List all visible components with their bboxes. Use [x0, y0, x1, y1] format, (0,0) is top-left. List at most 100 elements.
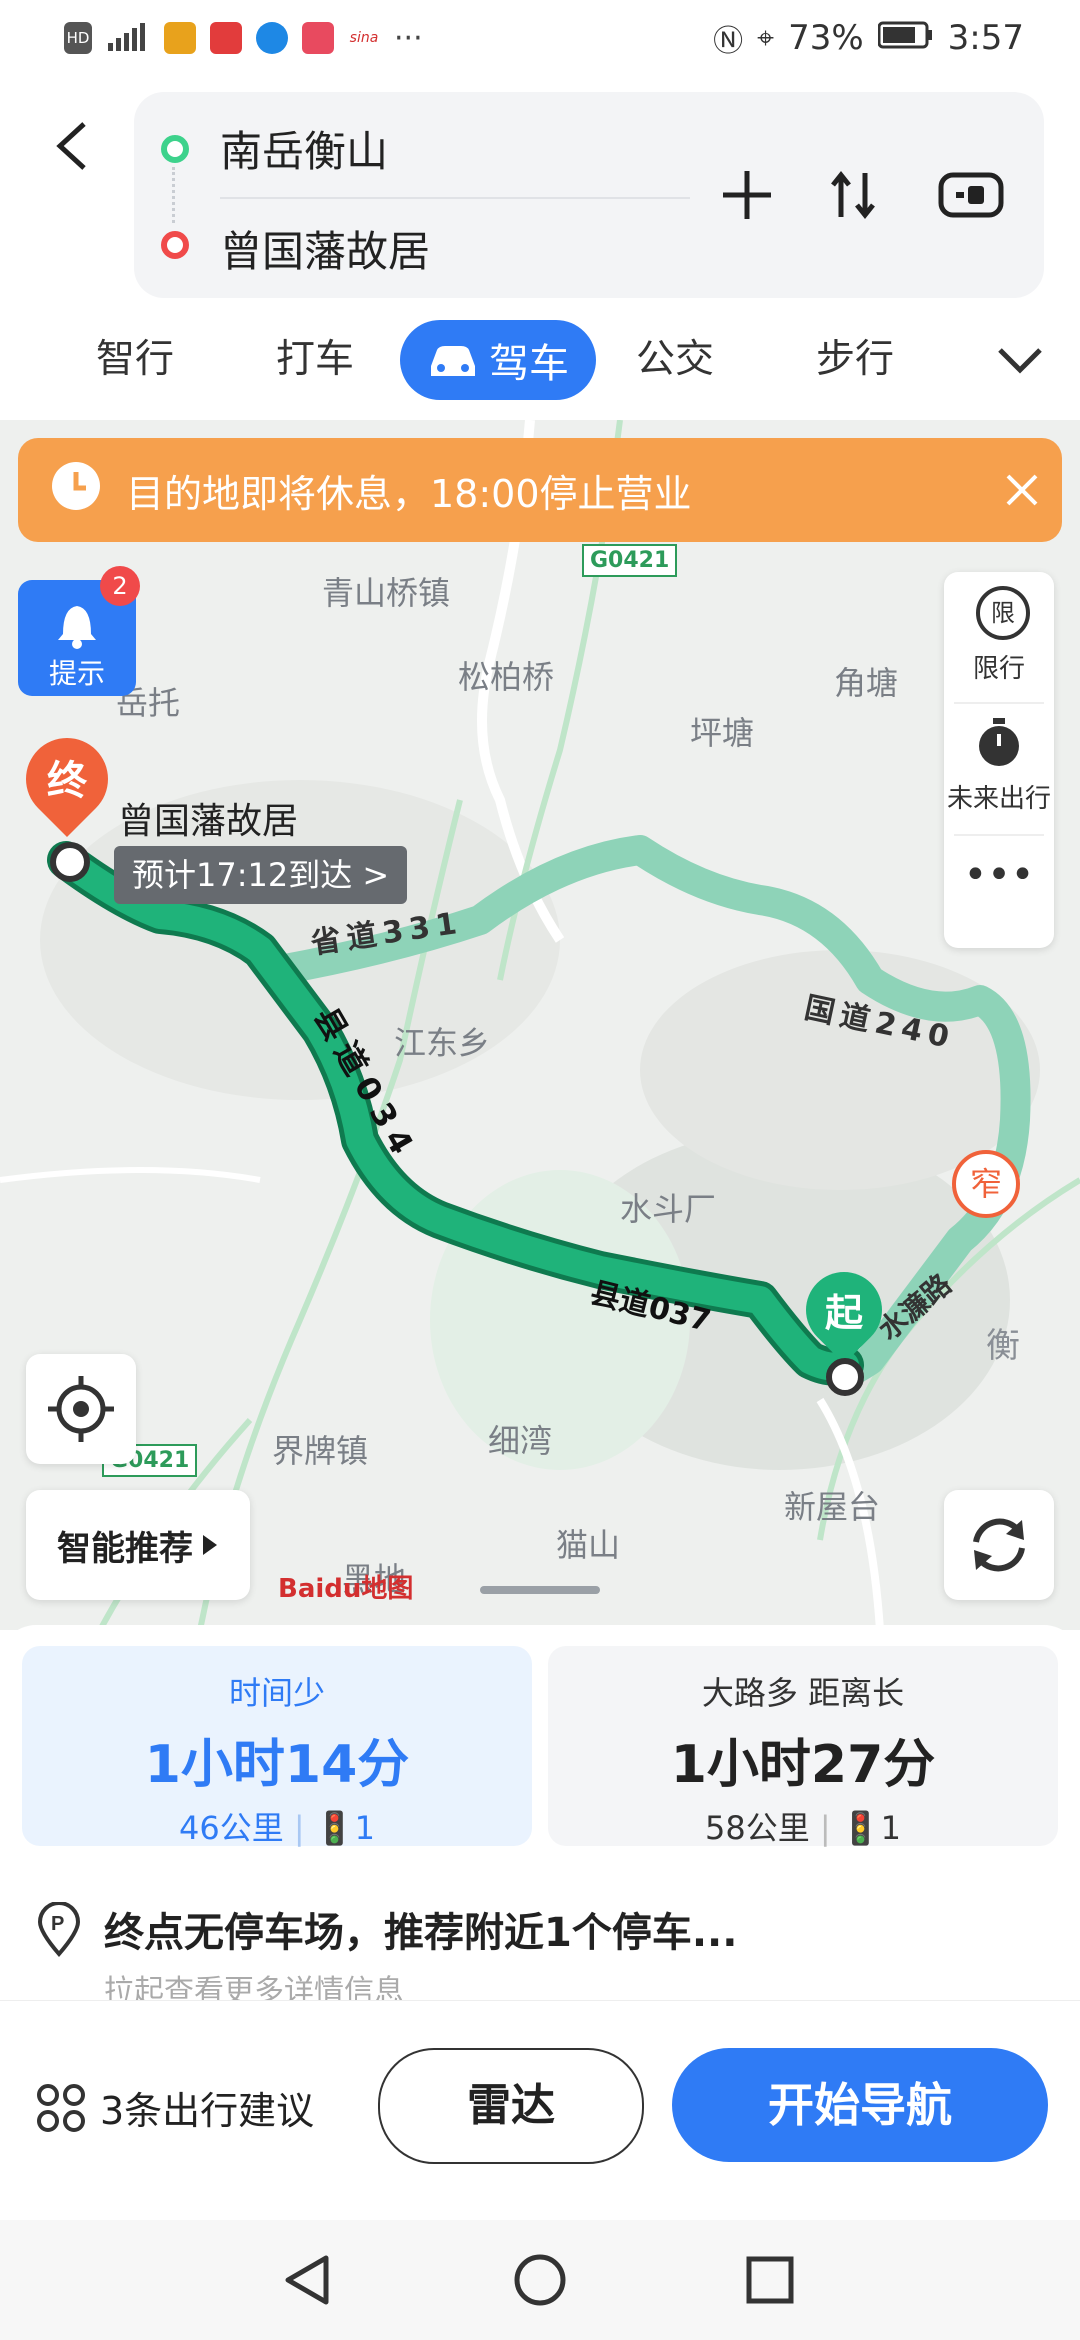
map-place-label: 界牌镇 [272, 1432, 369, 1470]
close-icon [1006, 474, 1038, 506]
grid-icon [37, 2083, 85, 2132]
more-modes-button[interactable] [994, 340, 1046, 380]
map-place-label: 坪塘 [690, 714, 755, 752]
route-preference-button[interactable] [936, 160, 1006, 230]
parking-icon: P [36, 1901, 82, 1958]
destination-point-icon [50, 842, 90, 882]
radar-button[interactable]: 雷达 [378, 2048, 644, 2164]
app-notification-icon [164, 22, 196, 54]
traffic-light-count: 1 [880, 1809, 902, 1847]
destination-name: 曾国藩故居 [118, 801, 299, 842]
tips-badge: 2 [100, 566, 140, 606]
end-dot-icon [161, 231, 189, 259]
end-location-field[interactable]: 曾国藩故居 [220, 218, 430, 279]
map-place-label: 新屋台 [784, 1488, 881, 1526]
tab-transit[interactable]: 公交 [636, 330, 714, 390]
map-place-label: 江东乡 [394, 1024, 491, 1062]
map-place-label: 细湾 [488, 1422, 553, 1460]
close-notice-button[interactable] [1000, 468, 1044, 512]
start-pin-label: 起 [824, 1291, 863, 1335]
start-point-icon [826, 1358, 864, 1396]
timer-icon [979, 718, 1019, 766]
car-icon [431, 346, 475, 376]
status-system-icons: Ⓝ ⌖ 73% 3:57 [713, 14, 1024, 62]
clock-icon [48, 458, 104, 523]
traffic-light-count: 1 [354, 1809, 376, 1847]
tab-smart[interactable]: 智行 [96, 330, 174, 390]
hd-icon: HD [64, 22, 92, 54]
map-view[interactable]: 青山桥镇 松柏桥 角塘 坪塘 岳托 江东乡 水斗厂 界牌镇 细湾 新屋台 猫山 … [0, 420, 1080, 1630]
route-distance: 58公里 [704, 1809, 810, 1847]
smart-recommend-label: 智能推荐 [57, 1528, 193, 1569]
start-navigation-button[interactable]: 开始导航 [672, 2048, 1048, 2162]
microphone-icon [210, 22, 242, 54]
system-nav-bar [0, 2220, 1080, 2340]
sina-icon: sina [349, 30, 379, 46]
route-option-highway[interactable]: 大路多 距离长 1小时27分 58公里 | 🚦1 [548, 1646, 1058, 1847]
map-place-label: 松柏桥 [458, 658, 555, 696]
triangle-right-icon [203, 1535, 217, 1555]
more-icon: ••• [963, 852, 1035, 898]
future-travel-label: 未来出行 [946, 784, 1051, 814]
destination-pin-label: 终 [47, 758, 87, 804]
route-option-fastest[interactable]: 时间少 1小时14分 46公里 | 🚦1 [22, 1646, 532, 1847]
toggle-icon [938, 172, 1004, 218]
chevron-left-icon [56, 122, 86, 170]
divider [954, 834, 1044, 836]
closing-notice-banner: 目的地即将休息，18:00停止营业 [18, 438, 1062, 542]
locate-me-button[interactable] [26, 1354, 136, 1464]
parking-notice[interactable]: 终点无停车场，推荐附近1个停车... [104, 1900, 737, 1958]
nav-recents-icon[interactable] [740, 2250, 800, 2310]
map-place-label: 衡 [986, 1326, 1020, 1366]
nav-home-icon[interactable] [510, 2250, 570, 2310]
battery-icon [877, 18, 934, 58]
route-duration: 1小时14分 [144, 1735, 410, 1795]
tab-walk[interactable]: 步行 [816, 330, 894, 390]
location-icon: ⌖ [757, 20, 775, 56]
smart-recommend-button[interactable]: 智能推荐 [26, 1490, 250, 1600]
travel-suggestions-label: 3条出行建议 [100, 2089, 315, 2133]
route-tag: 时间少 [228, 1674, 325, 1712]
nav-back-icon[interactable] [278, 2250, 338, 2310]
tab-drive[interactable]: 驾车 [400, 320, 596, 400]
start-dot-icon [161, 135, 189, 163]
route-tag: 大路多 距离长 [701, 1674, 905, 1712]
start-location-field[interactable]: 南岳衡山 [220, 118, 388, 179]
closing-notice-text: 目的地即将休息，18:00停止营业 [126, 471, 692, 516]
battery-percent: 73% [788, 18, 864, 58]
travel-suggestions-button[interactable]: 3条出行建议 [36, 2080, 314, 2135]
route-connector [172, 167, 175, 223]
more-notifications-icon: ··· [394, 20, 423, 56]
map-place-label: 角塘 [834, 664, 899, 702]
refresh-icon [973, 1518, 1025, 1572]
divider [954, 702, 1044, 704]
signal-icon [106, 22, 150, 54]
restriction-label: 限行 [972, 654, 1025, 684]
swap-route-button[interactable] [818, 160, 888, 230]
refresh-route-button[interactable] [944, 1490, 1054, 1600]
narrow-road-tag[interactable]: 窄 [952, 1150, 1020, 1218]
baidu-map-logo: Baidu地图 [278, 1574, 414, 1604]
nfc-icon: Ⓝ [713, 24, 744, 59]
traffic-restriction-button[interactable]: 限 限行 [944, 586, 1054, 706]
swap-icon [831, 170, 875, 220]
divider [220, 197, 690, 199]
map-place-label: 猫山 [556, 1526, 621, 1564]
add-waypoint-button[interactable] [712, 160, 782, 230]
map-place-label: 青山桥镇 [322, 574, 451, 612]
book-icon [302, 22, 334, 54]
drag-handle[interactable] [480, 1586, 600, 1594]
traffic-light-icon: 🚦 [840, 1809, 881, 1847]
eta-chip[interactable]: 预计17:12到达 > [114, 846, 408, 904]
future-travel-button[interactable]: 未来出行 [944, 716, 1054, 836]
map-tools-panel: 限 限行 未来出行 ••• [944, 572, 1054, 948]
app-notification-icon [256, 22, 288, 54]
back-button[interactable] [52, 118, 100, 178]
road-shield: G0421 [582, 544, 678, 577]
status-bar: HD sina ··· Ⓝ ⌖ 73% 3:57 [0, 0, 1080, 76]
more-tools-button[interactable]: ••• [944, 852, 1054, 932]
tab-taxi[interactable]: 打车 [276, 330, 354, 390]
tips-label: 提示 [48, 657, 105, 690]
traffic-light-icon: 🚦 [314, 1809, 355, 1847]
chevron-down-icon [998, 348, 1042, 374]
